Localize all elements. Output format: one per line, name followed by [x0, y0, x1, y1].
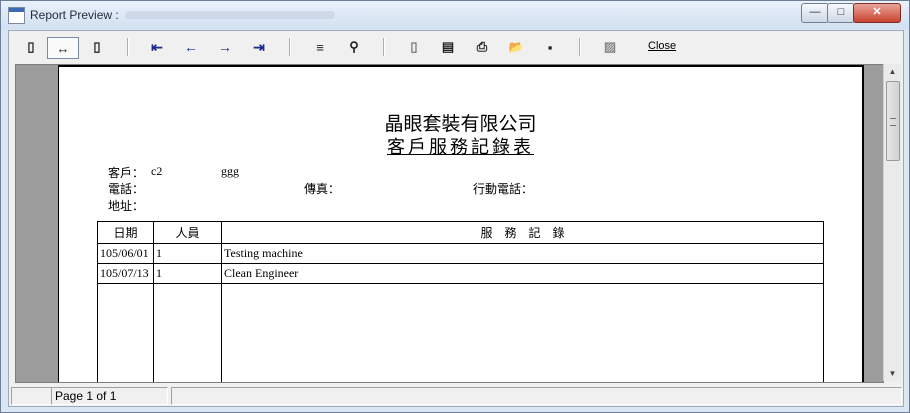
table-row: 105/07/13 1 Clean Engineer — [97, 263, 824, 284]
scroll-down-icon[interactable]: ▼ — [884, 366, 901, 381]
row-date: 105/06/01 — [97, 243, 154, 264]
title-redacted-text — [125, 11, 335, 19]
toolbar-separator — [579, 38, 581, 56]
fit-page-icon[interactable]: ↔ — [47, 37, 79, 59]
customer-code: c2 — [151, 164, 163, 178]
toolbar-separator — [127, 38, 129, 56]
previous-page-icon[interactable]: ← — [180, 37, 202, 57]
toolbar: ▯ ↔ ▯ ⇤ ← → ⇥ ≡ ⚲ ▯ ▤ ⎙ 📂 ▪ ▨ Close — [9, 31, 903, 61]
export-icon[interactable]: ▤ — [437, 37, 459, 57]
company-name: 晶眼套裝有限公司 — [384, 113, 537, 135]
zoom-icon[interactable]: ▯ — [89, 37, 105, 57]
table-empty-area — [97, 283, 824, 382]
client-area: ▯ ↔ ▯ ⇤ ← → ⇥ ≡ ⚲ ▯ ▤ ⎙ 📂 ▪ ▨ Close 晶眼套裝… — [8, 30, 904, 407]
report-preview-window: Report Preview : — □ ✕ ▯ ↔ ▯ ⇤ ← → ⇥ ≡ ⚲… — [0, 0, 910, 413]
find-icon[interactable]: ⚲ — [343, 37, 365, 57]
title-bar: Report Preview : — □ ✕ — [1, 1, 909, 29]
first-page-icon[interactable]: ⇤ — [146, 37, 168, 57]
row-staff: 1 — [153, 243, 222, 264]
table-header-row: 日期 人員 服 務 記 錄 — [97, 221, 824, 244]
app-icon — [8, 7, 25, 24]
toolbar-separator — [383, 38, 385, 56]
grip-icon — [890, 118, 896, 126]
last-page-icon[interactable]: ⇥ — [248, 37, 270, 57]
scroll-thumb[interactable] — [886, 81, 900, 161]
close-report-button[interactable]: Close — [648, 40, 676, 52]
save-icon[interactable]: ▪ — [539, 37, 561, 57]
status-bar: Page 1 of 1 — [9, 383, 903, 406]
scroll-up-icon[interactable]: ▲ — [884, 64, 901, 79]
vertical-scrollbar[interactable]: ▲ ▼ — [883, 64, 901, 381]
report-viewport[interactable]: 晶眼套裝有限公司 客戶服務記錄表 客戶： c2 ggg 電話： 傳真： 行動電話… — [15, 64, 884, 383]
status-cell-empty — [11, 387, 52, 405]
print-icon[interactable]: ⎙ — [471, 37, 493, 57]
fax-label: 傳真： — [304, 182, 341, 196]
maximize-button[interactable]: □ — [827, 3, 855, 23]
customer-label: 客戶： — [108, 166, 145, 180]
column-header-record: 服 務 記 錄 — [221, 221, 824, 244]
row-record: Testing machine — [221, 243, 824, 264]
page-width-icon[interactable]: ▯ — [23, 37, 39, 57]
address-label: 地址： — [108, 199, 145, 213]
report-title-text: 客戶服務記錄表 — [387, 137, 534, 158]
minimize-button[interactable]: — — [801, 3, 829, 23]
phone-label: 電話： — [108, 182, 145, 196]
column-header-staff: 人員 — [153, 221, 222, 244]
mobile-label: 行動電話： — [473, 182, 534, 196]
goto-page-icon[interactable]: ≡ — [309, 37, 331, 57]
service-record-table: 日期 人員 服 務 記 錄 105/06/01 1 Testing machin… — [97, 221, 824, 382]
row-record: Clean Engineer — [221, 263, 824, 284]
options-icon[interactable]: ▨ — [599, 37, 621, 57]
page-indicator: Page 1 of 1 — [51, 387, 168, 405]
row-staff: 1 — [153, 263, 222, 284]
column-header-date: 日期 — [97, 221, 154, 244]
next-page-icon[interactable]: → — [214, 37, 236, 57]
report-title: 客戶服務記錄表 — [59, 133, 862, 159]
status-cell-message — [171, 387, 902, 405]
open-folder-icon[interactable]: 📂 — [505, 37, 527, 57]
row-date: 105/07/13 — [97, 263, 154, 284]
customer-name: ggg — [221, 164, 239, 178]
close-window-button[interactable]: ✕ — [853, 3, 901, 23]
toolbar-separator — [289, 38, 291, 56]
window-title: Report Preview : — [30, 8, 119, 22]
copy-icon[interactable]: ▯ — [403, 37, 425, 57]
report-page: 晶眼套裝有限公司 客戶服務記錄表 客戶： c2 ggg 電話： 傳真： 行動電話… — [58, 65, 864, 382]
table-row: 105/06/01 1 Testing machine — [97, 243, 824, 264]
